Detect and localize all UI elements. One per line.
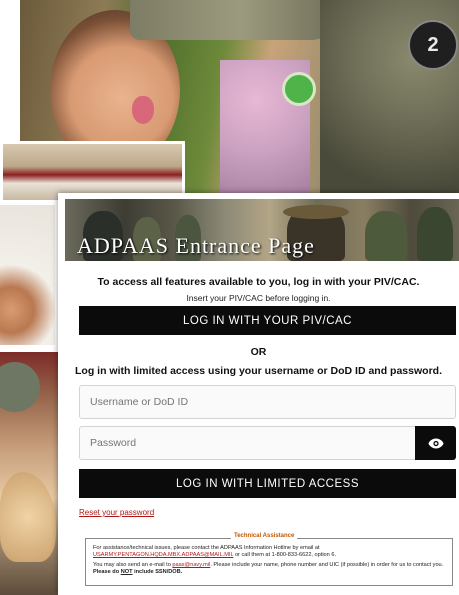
navy-email-link[interactable]: paas@navy.mil bbox=[172, 562, 210, 568]
technical-assistance-box: Technical Assistance For assistance/tech… bbox=[85, 533, 453, 586]
or-divider: OR bbox=[250, 346, 267, 358]
piv-login-button[interactable]: LOG IN WITH YOUR PIV/CAC bbox=[79, 306, 456, 335]
banner-figure bbox=[365, 211, 407, 261]
reset-password-link[interactable]: Reset your password bbox=[79, 508, 154, 517]
side-photo-child bbox=[0, 205, 55, 345]
hotline-text: For assistance/technical issues, please … bbox=[93, 545, 320, 551]
show-password-button[interactable] bbox=[415, 426, 456, 460]
banner-figure bbox=[417, 207, 453, 261]
warning-not: NOT bbox=[120, 569, 133, 575]
child-tongue bbox=[132, 96, 154, 124]
side-photo-crowd bbox=[0, 352, 58, 595]
limited-login-button[interactable]: LOG IN WITH LIMITED ACCESS bbox=[79, 469, 456, 498]
unit-patch: 2 bbox=[408, 20, 458, 70]
hotline-phone-text: or call them at 1-800-833-6622, option 6… bbox=[234, 552, 336, 558]
piv-instruction: To access all features available to you,… bbox=[97, 276, 420, 288]
email-intro-text: You may also send an e-mail to bbox=[93, 562, 171, 568]
page-title: ADPAAS Entrance Page bbox=[77, 233, 315, 258]
assistance-hotline-text: For assistance/technical issues, please … bbox=[93, 545, 449, 559]
green-cup bbox=[282, 72, 316, 106]
password-input[interactable] bbox=[79, 426, 416, 460]
assistance-email-text: You may also send an e-mail to paas@navy… bbox=[93, 562, 449, 576]
page-banner: ADPAAS Entrance Page bbox=[65, 199, 459, 261]
banner-hat bbox=[283, 205, 349, 219]
hotline-email-link[interactable]: USARMY.PENTAGON.HQDA.MBX.ADPAAS@MAIL.MIL bbox=[93, 552, 233, 558]
piv-hint: Insert your PIV/CAC before logging in. bbox=[186, 293, 331, 303]
assistance-legend: Technical Assistance bbox=[231, 533, 298, 539]
warning-ssn: include SSN/DOB. bbox=[134, 569, 183, 575]
child-head bbox=[0, 472, 56, 562]
username-input[interactable] bbox=[79, 385, 456, 419]
login-panel: ADPAAS Entrance Page To access all featu… bbox=[58, 193, 459, 595]
eye-icon bbox=[427, 438, 444, 448]
email-instructions-text: . Please include your name, phone number… bbox=[210, 562, 444, 568]
helmet bbox=[0, 362, 40, 412]
soldier-sleeve bbox=[130, 0, 350, 40]
limited-access-instruction: Log in with limited access using your us… bbox=[75, 365, 442, 377]
warning-please: Please do bbox=[93, 569, 120, 575]
